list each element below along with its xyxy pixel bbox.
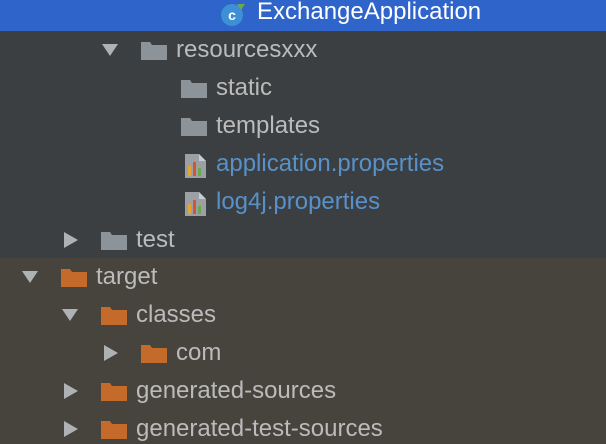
excluded-folder-icon [60,258,88,296]
java-class-icon: c [218,0,246,31]
tree-item-log4j-properties[interactable]: log4j.properties [0,183,606,221]
tree-item-label: application.properties [216,150,445,177]
tree-item-label: log4j.properties [216,188,381,215]
svg-text:c: c [228,7,236,23]
tree-item-label: ExchangeApplication [257,0,482,25]
tree-item-com[interactable]: com [0,334,606,372]
tree-item-generated-sources[interactable]: generated-sources [0,372,606,410]
excluded-folder-icon [100,296,128,334]
tree-item-label: static [216,74,273,101]
folder-icon [140,31,168,69]
chevron-down-icon[interactable] [60,296,80,334]
properties-file-icon [182,145,210,183]
tree-item-templates[interactable]: templates [0,107,606,145]
properties-file-icon [182,183,210,221]
tree-item-label: classes [136,301,217,328]
tree-item-label: com [176,339,222,366]
chevron-right-icon[interactable] [102,334,122,372]
excluded-folder-icon [100,410,128,444]
tree-item-label: templates [216,112,321,139]
chevron-right-icon[interactable] [62,410,82,444]
tree-item-label: test [136,226,175,253]
chevron-down-icon[interactable] [20,258,40,296]
tree-item-label: resourcesxxx [176,36,318,63]
folder-icon [180,69,208,107]
tree-item-target[interactable]: target [0,258,606,296]
tree-item-generated-test-sources[interactable]: generated-test-sources [0,410,606,444]
tree-item-label: generated-sources [136,377,337,404]
excluded-folder-icon [140,334,168,372]
folder-icon [180,107,208,145]
tree-item-resourcesxxx[interactable]: resourcesxxx [0,31,606,69]
folder-icon [100,221,128,259]
tree-item-test[interactable]: test [0,221,606,259]
project-tree: c ExchangeApplication resourcesxxx stati… [0,0,606,444]
chevron-right-icon[interactable] [62,372,82,410]
tree-item-label: target [96,263,158,290]
chevron-down-icon[interactable] [100,31,120,69]
tree-item-label: generated-test-sources [136,415,383,442]
excluded-folder-icon [100,372,128,410]
tree-item-static[interactable]: static [0,69,606,107]
tree-item-classes[interactable]: classes [0,296,606,334]
tree-item-exchange-application[interactable]: c ExchangeApplication [0,0,606,31]
tree-item-application-properties[interactable]: application.properties [0,145,606,183]
chevron-right-icon[interactable] [62,221,82,259]
